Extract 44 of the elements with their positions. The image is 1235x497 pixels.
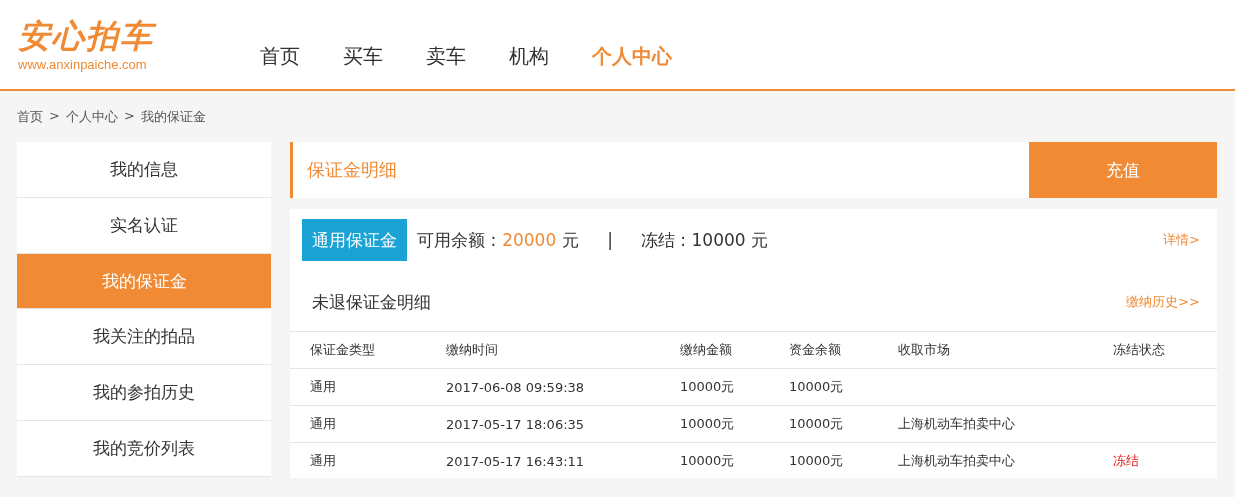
table-cell: 2017-05-17 18:06:35 bbox=[446, 416, 585, 432]
breadcrumb-link[interactable]: 个人中心 bbox=[65, 108, 118, 126]
table-cell: 通用 bbox=[310, 453, 336, 469]
nav-link[interactable]: 首页 bbox=[260, 43, 300, 70]
nav-link[interactable]: 卖车 bbox=[426, 43, 466, 70]
deposit-type-tag: 通用保证金 bbox=[302, 219, 407, 261]
frozen-amount: 冻结 : 10000 元 bbox=[640, 228, 768, 252]
table-cell: 通用 bbox=[310, 416, 336, 431]
breadcrumb-link[interactable]: 首页 bbox=[17, 108, 43, 126]
column-header: 缴纳时间 bbox=[446, 331, 680, 369]
table-cell: 10000元 bbox=[789, 416, 844, 431]
separator: | bbox=[607, 230, 613, 250]
breadcrumb-separator: > bbox=[49, 108, 60, 125]
section-title: 保证金明细 bbox=[307, 158, 397, 182]
sidebar-item[interactable]: 我的竞价列表 bbox=[17, 421, 271, 477]
breadcrumb-separator: > bbox=[123, 108, 135, 125]
balance-amount: 20000 bbox=[502, 230, 557, 250]
table-cell: 2017-06-08 09:59:38 bbox=[446, 379, 585, 395]
column-header: 冻结状态 bbox=[1113, 331, 1217, 369]
subsection-title: 未退保证金明细 bbox=[312, 290, 431, 314]
table-cell: 10000元 bbox=[680, 379, 735, 394]
table-cell: 冻结 bbox=[1113, 453, 1139, 469]
site-url: www.anxinpaiche.com bbox=[18, 57, 147, 72]
table-cell: 上海机动车拍卖中心 bbox=[898, 453, 1015, 469]
column-header: 收取市场 bbox=[898, 331, 1113, 369]
sidebar-item[interactable]: 实名认证 bbox=[17, 197, 271, 254]
sidebar-item[interactable]: 我的信息 bbox=[17, 142, 271, 198]
column-header: 保证金类型 bbox=[290, 331, 446, 369]
table-cell: 2017-05-17 16:43:11 bbox=[446, 453, 585, 469]
balance-label: 可用余额 : bbox=[417, 228, 497, 252]
column-header: 资金余额 bbox=[789, 331, 898, 369]
nav-link[interactable]: 买车 bbox=[343, 43, 383, 70]
table-cell: 10000元 bbox=[680, 453, 735, 469]
table-cell: 10000元 bbox=[789, 453, 844, 469]
column-header: 缴纳金额 bbox=[680, 331, 789, 369]
sidebar-item[interactable]: 我关注的拍品 bbox=[17, 309, 271, 366]
table-cell: 10000元 bbox=[789, 379, 844, 394]
currency-unit: 元 bbox=[562, 228, 580, 252]
nav-link[interactable]: 机构 bbox=[509, 43, 549, 70]
table-cell: 上海机动车拍卖中心 bbox=[898, 416, 1015, 431]
breadcrumb-link[interactable]: 我的保证金 bbox=[140, 108, 206, 126]
sidebar-item[interactable]: 我的参拍历史 bbox=[17, 365, 271, 422]
table-cell: 通用 bbox=[310, 379, 336, 394]
table-cell: 10000元 bbox=[680, 416, 735, 431]
